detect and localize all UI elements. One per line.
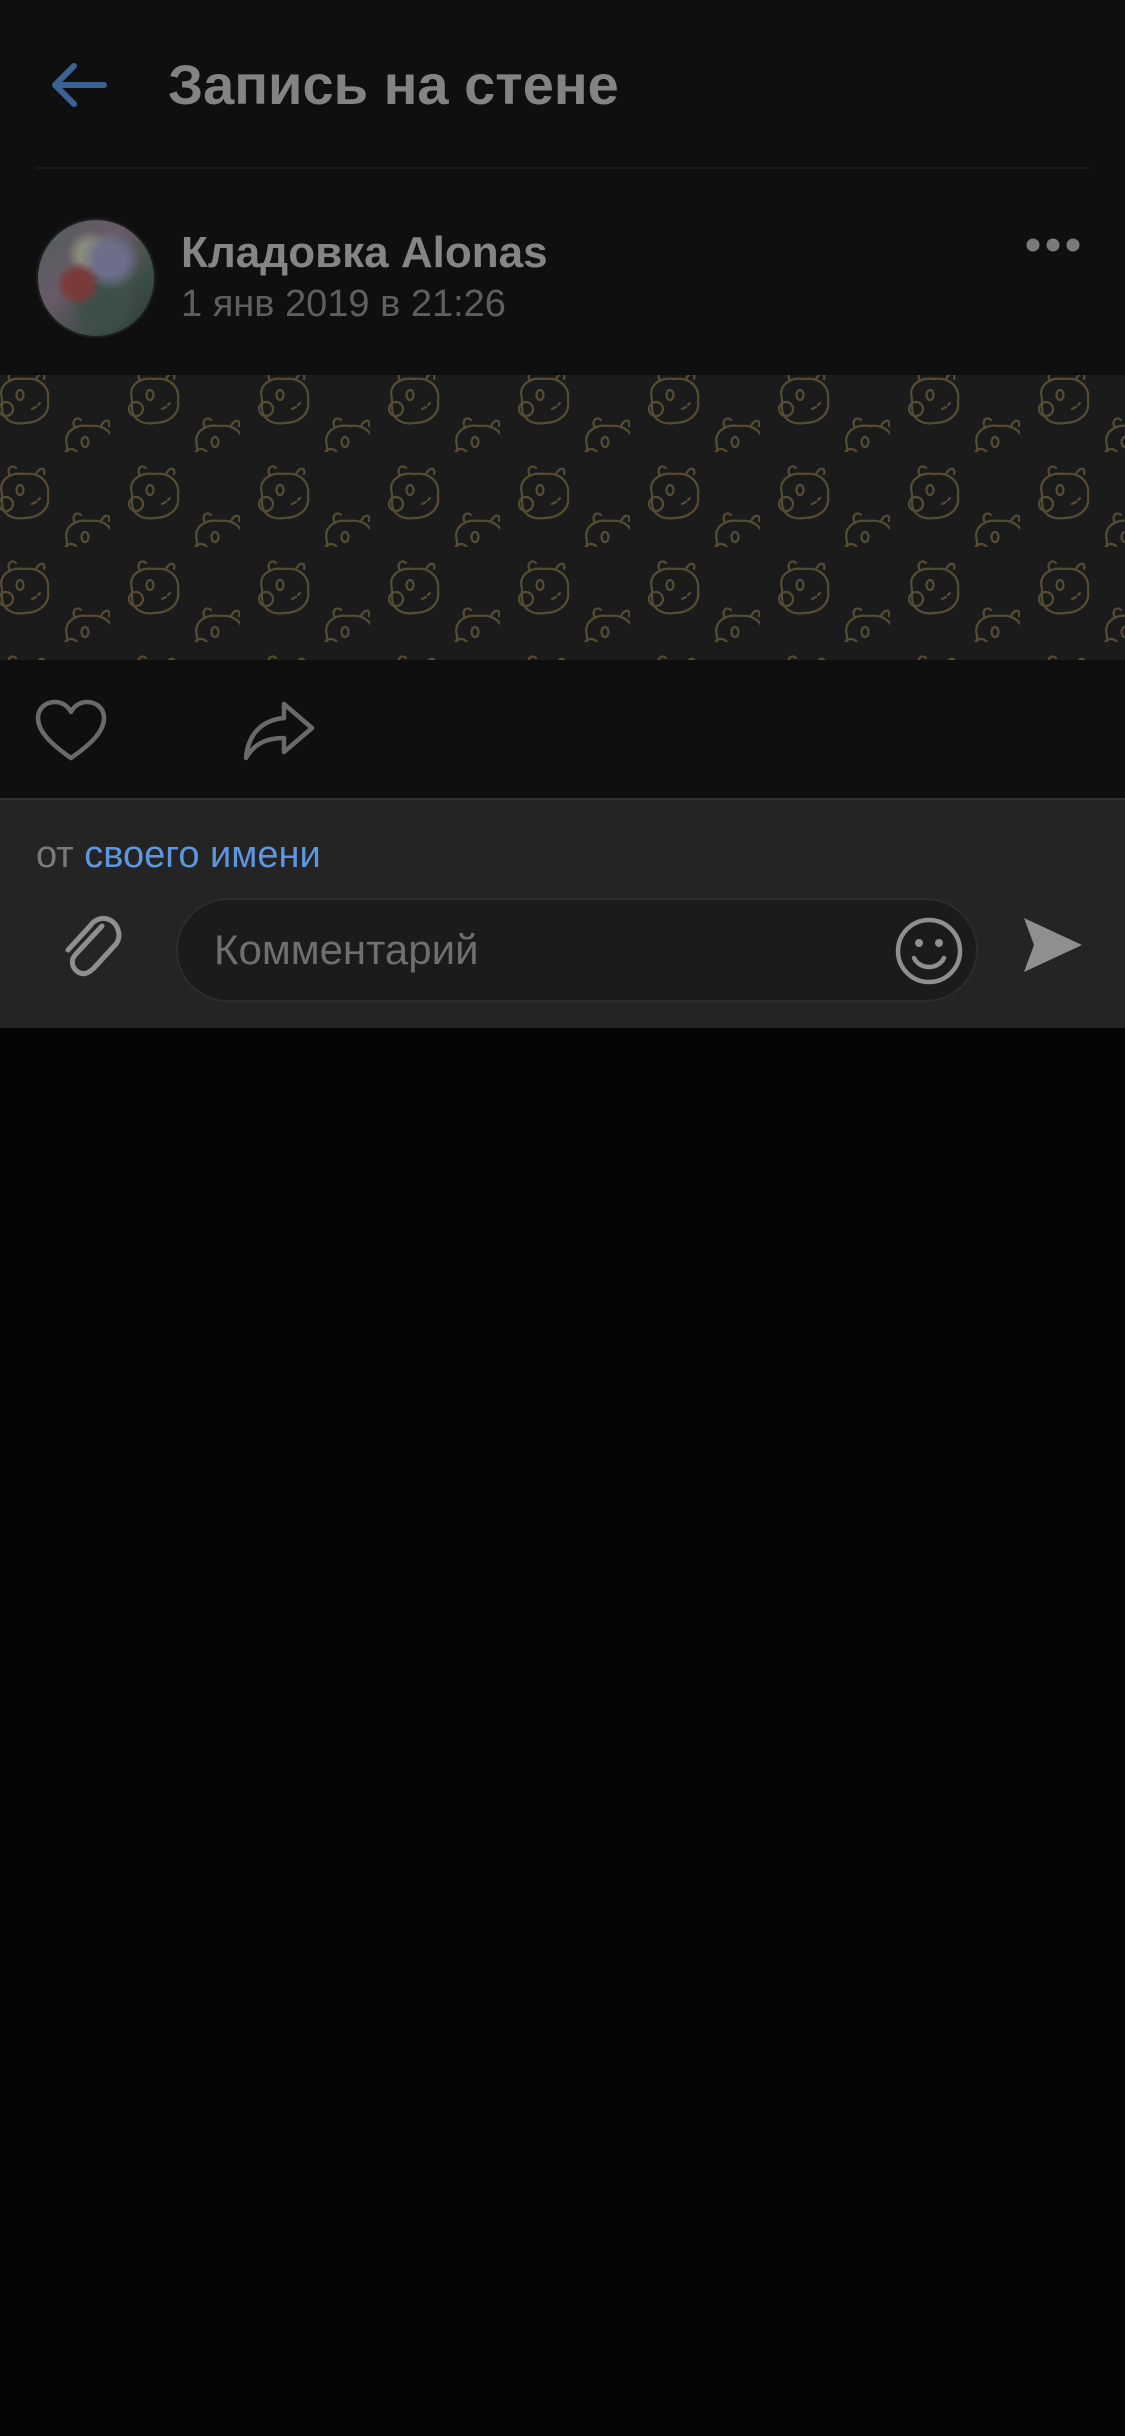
nav-header: Запись на стене <box>0 0 1125 169</box>
smile-icon <box>895 917 963 985</box>
back-button[interactable] <box>40 50 116 120</box>
empty-background <box>0 1028 1125 2436</box>
share-button[interactable] <box>240 698 318 764</box>
page-title: Запись на стене <box>168 53 619 116</box>
like-button[interactable] <box>34 698 108 764</box>
post-image[interactable] <box>0 375 1125 660</box>
paperclip-icon <box>65 915 122 977</box>
comment-from-line: от своего имени <box>36 834 321 877</box>
arrow-left-icon <box>52 63 107 107</box>
post-actions <box>0 660 1125 797</box>
from-prefix: от <box>36 834 74 876</box>
post-date: 1 янв 2019 в 21:26 <box>181 283 506 325</box>
more-horizontal-icon <box>1026 238 1080 252</box>
from-identity-link[interactable]: своего имени <box>84 834 320 876</box>
attach-button[interactable] <box>52 910 128 986</box>
post-header: Кладовка Alonas 1 янв 2019 в 21:26 <box>0 170 1125 375</box>
comment-composer: от своего имени <box>0 798 1125 1030</box>
bear-pattern-image <box>0 375 1125 660</box>
more-button[interactable] <box>1020 230 1086 260</box>
share-arrow-icon <box>243 701 315 761</box>
send-icon <box>1024 918 1082 972</box>
avatar[interactable] <box>36 218 156 338</box>
heart-outline-icon <box>35 699 107 761</box>
screen-dimmed-content: Запись на стене Кладовка Alonas 1 янв 20… <box>0 0 1125 1030</box>
header-divider <box>36 167 1089 169</box>
send-button[interactable] <box>1020 912 1086 978</box>
comment-input[interactable] <box>214 900 834 1000</box>
emoji-button[interactable] <box>894 916 964 986</box>
comment-field[interactable] <box>176 898 978 1002</box>
author-name[interactable]: Кладовка Alonas <box>181 228 548 278</box>
